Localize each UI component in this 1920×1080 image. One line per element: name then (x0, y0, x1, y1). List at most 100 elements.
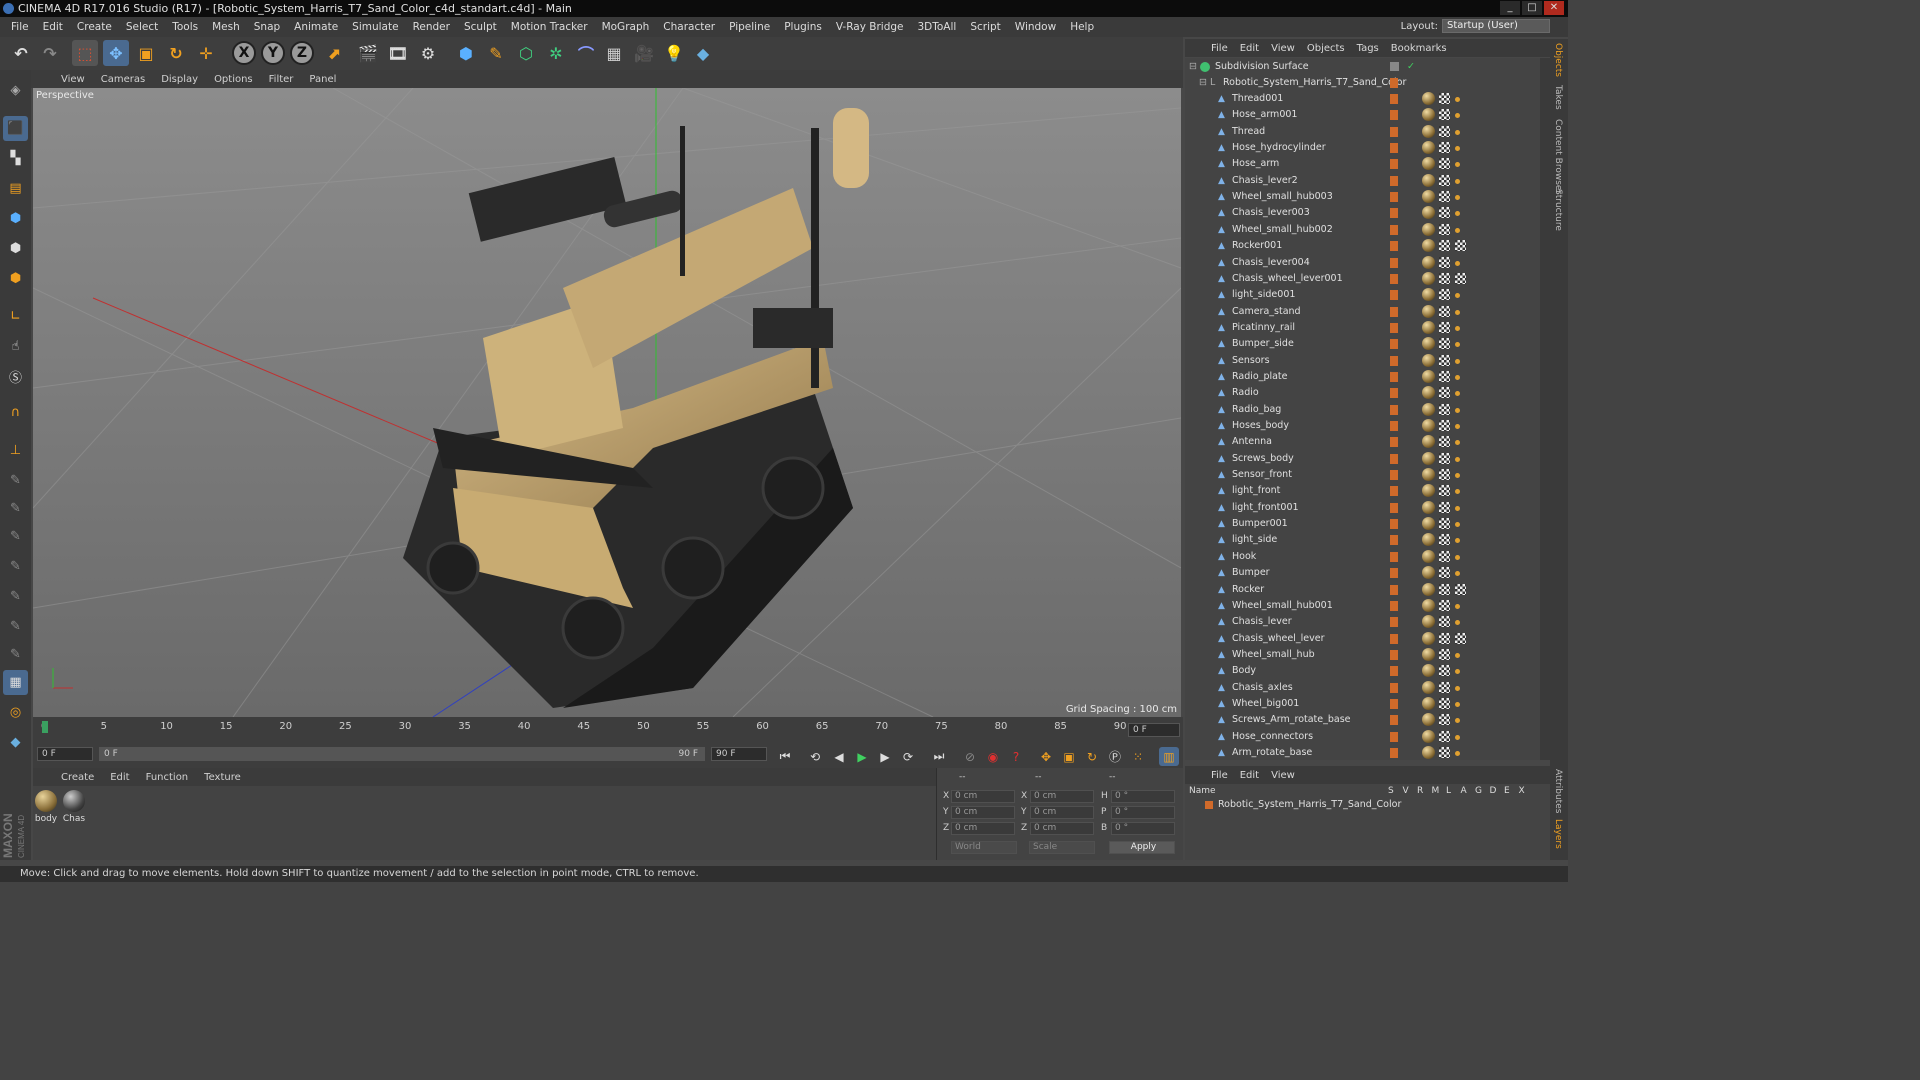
menu-file[interactable]: File (4, 17, 36, 37)
sculpt-pull-icon[interactable]: ✎ (3, 496, 28, 521)
sculpt-brush-icon[interactable]: ✎ (3, 468, 28, 493)
object-row[interactable]: ▲ Rocker (1185, 582, 1540, 598)
phong-tag-icon[interactable] (1455, 701, 1460, 707)
material-tag-icon[interactable] (1439, 485, 1450, 497)
object-row[interactable]: ▲ Hose_arm (1185, 156, 1540, 172)
layer-menu-file[interactable]: File (1205, 770, 1234, 781)
menu-script[interactable]: Script (963, 17, 1007, 37)
texture-tag-icon[interactable] (1422, 566, 1435, 580)
texture-tag-icon[interactable] (1422, 468, 1435, 482)
move-tool-icon[interactable]: ✥ (103, 40, 129, 66)
cube-primitive-icon[interactable]: ⬢ (453, 40, 479, 66)
texture-tag-icon[interactable] (1422, 664, 1435, 678)
texture-tag-icon[interactable] (1422, 190, 1435, 204)
object-row[interactable]: ▲ Chasis_lever2 (1185, 173, 1540, 189)
phong-tag-icon[interactable] (1455, 473, 1460, 479)
phong-tag-icon[interactable] (1455, 424, 1460, 429)
object-row[interactable]: ▲ Screws_Arm_rotate_base (1185, 712, 1540, 728)
material-tag-icon[interactable] (1439, 567, 1450, 579)
material-tag-icon[interactable] (1439, 387, 1450, 399)
phong-tag-icon[interactable] (1455, 538, 1460, 544)
layer-color-tag[interactable] (1390, 715, 1398, 726)
menu-tools[interactable]: Tools (165, 17, 205, 37)
size-field[interactable]: 0 cm (1030, 806, 1094, 819)
texture-tag-icon[interactable] (1422, 517, 1435, 531)
menu-edit[interactable]: Edit (36, 17, 70, 37)
right-tab-objects[interactable]: Objects (1553, 43, 1563, 77)
texture-tag-icon[interactable] (1422, 549, 1435, 563)
material-tag-icon[interactable] (1439, 452, 1450, 464)
menu-pipeline[interactable]: Pipeline (722, 17, 777, 37)
object-row[interactable]: ▲ Chasis_axles (1185, 680, 1540, 696)
subdivision-surface-icon[interactable]: ⬡ (513, 40, 539, 66)
object-row[interactable]: ▲ Sensors (1185, 353, 1540, 369)
object-row[interactable]: ▲ Chasis_wheel_lever001 (1185, 271, 1540, 287)
object-row[interactable]: ▲ Hose_arm001 (1185, 107, 1540, 123)
layer-color-tag[interactable] (1390, 502, 1398, 513)
phong-tag-icon[interactable] (1455, 751, 1460, 756)
array-generator-icon[interactable]: ✲ (543, 40, 569, 66)
object-menu-view[interactable]: View (1265, 43, 1301, 54)
timeline-window-icon[interactable]: ▥ (1159, 747, 1179, 766)
menu-animate[interactable]: Animate (287, 17, 345, 37)
layout-dropdown[interactable]: Startup (User) (1442, 19, 1550, 33)
material-menu-function[interactable]: Function (138, 772, 197, 783)
menu-help[interactable]: Help (1063, 17, 1101, 37)
phong-tag-icon[interactable] (1455, 97, 1460, 102)
object-menu-bookmarks[interactable]: Bookmarks (1385, 43, 1453, 54)
material-menu-edit[interactable]: Edit (102, 772, 137, 783)
model-mode-icon[interactable]: ⬛ (3, 116, 28, 141)
texture-tag-icon[interactable] (1422, 320, 1435, 334)
texture-tag-icon[interactable] (1422, 484, 1435, 498)
layer-column-e[interactable]: E (1504, 786, 1510, 796)
layer-color-tag[interactable] (1390, 486, 1398, 497)
phong-tag-icon[interactable] (1455, 227, 1460, 233)
layer-menu-view[interactable]: View (1265, 770, 1301, 781)
material-tag-icon[interactable] (1439, 648, 1450, 660)
phong-tag-icon[interactable] (1455, 407, 1460, 413)
material-tag-icon[interactable] (1439, 632, 1450, 644)
layer-color-tag[interactable] (1390, 94, 1398, 104)
undo-icon[interactable]: ↶ (8, 40, 34, 66)
menu-sculpt[interactable]: Sculpt (457, 17, 504, 37)
floor-icon[interactable]: ▦ (601, 40, 627, 66)
phong-tag-icon[interactable] (1455, 652, 1460, 658)
phong-tag-icon[interactable] (1455, 734, 1460, 740)
layer-color-tag[interactable] (1390, 584, 1398, 595)
layer-color-tag[interactable] (1390, 731, 1398, 742)
menu-v-ray-bridge[interactable]: V-Ray Bridge (829, 17, 911, 37)
texture-tag-icon[interactable] (1422, 713, 1435, 727)
3d-viewport[interactable]: Perspective Grid Spacing : 100 cm (33, 88, 1181, 717)
phong-tag-icon[interactable] (1455, 325, 1460, 331)
key-parameter-icon[interactable]: Ⓟ (1105, 747, 1125, 766)
object-row[interactable]: ▲ Chasis_lever004 (1185, 255, 1540, 271)
range-slider[interactable]: 0 F 90 F (99, 747, 705, 761)
material-tag-icon[interactable] (1439, 501, 1450, 513)
object-row[interactable]: ▲ Thread (1185, 124, 1540, 140)
layer-column-r[interactable]: R (1417, 786, 1423, 796)
timeline-ruler[interactable]: 051015202530354045505560657075808590 (41, 717, 1127, 744)
texture-tag-icon[interactable] (1422, 271, 1435, 285)
layer-color-tag[interactable] (1390, 617, 1398, 628)
object-row[interactable]: ▲ Chasis_wheel_lever (1185, 631, 1540, 647)
phong-tag-icon[interactable] (1455, 603, 1460, 609)
texture-tag-icon[interactable] (1422, 386, 1435, 400)
material-tag-icon[interactable] (1439, 747, 1450, 758)
object-row[interactable]: ▲ light_side (1185, 532, 1540, 548)
sculpt-pinch-icon[interactable]: ✎ (3, 642, 28, 667)
object-menu-objects[interactable]: Objects (1301, 43, 1351, 54)
layer-color-tag[interactable] (1390, 192, 1398, 203)
object-row[interactable]: ▲ Sensor_front (1185, 467, 1540, 483)
material-tag-icon[interactable] (1439, 125, 1450, 137)
layer-color-tag[interactable] (1390, 519, 1398, 530)
texture-tag-icon[interactable] (1422, 746, 1435, 759)
start-frame-field[interactable]: 0 F (37, 747, 93, 761)
material-chas[interactable]: Chas (61, 790, 87, 824)
edges-mode-icon[interactable]: ⬢ (3, 236, 28, 261)
layer-color-tag[interactable] (1390, 175, 1398, 186)
material-tag-icon[interactable] (1439, 469, 1450, 481)
material-tag-icon[interactable] (1439, 142, 1450, 154)
rotation-field[interactable]: 0 ° (1111, 806, 1175, 819)
phong-tag-icon[interactable] (1455, 309, 1460, 315)
material-tag-icon[interactable] (1439, 338, 1450, 350)
